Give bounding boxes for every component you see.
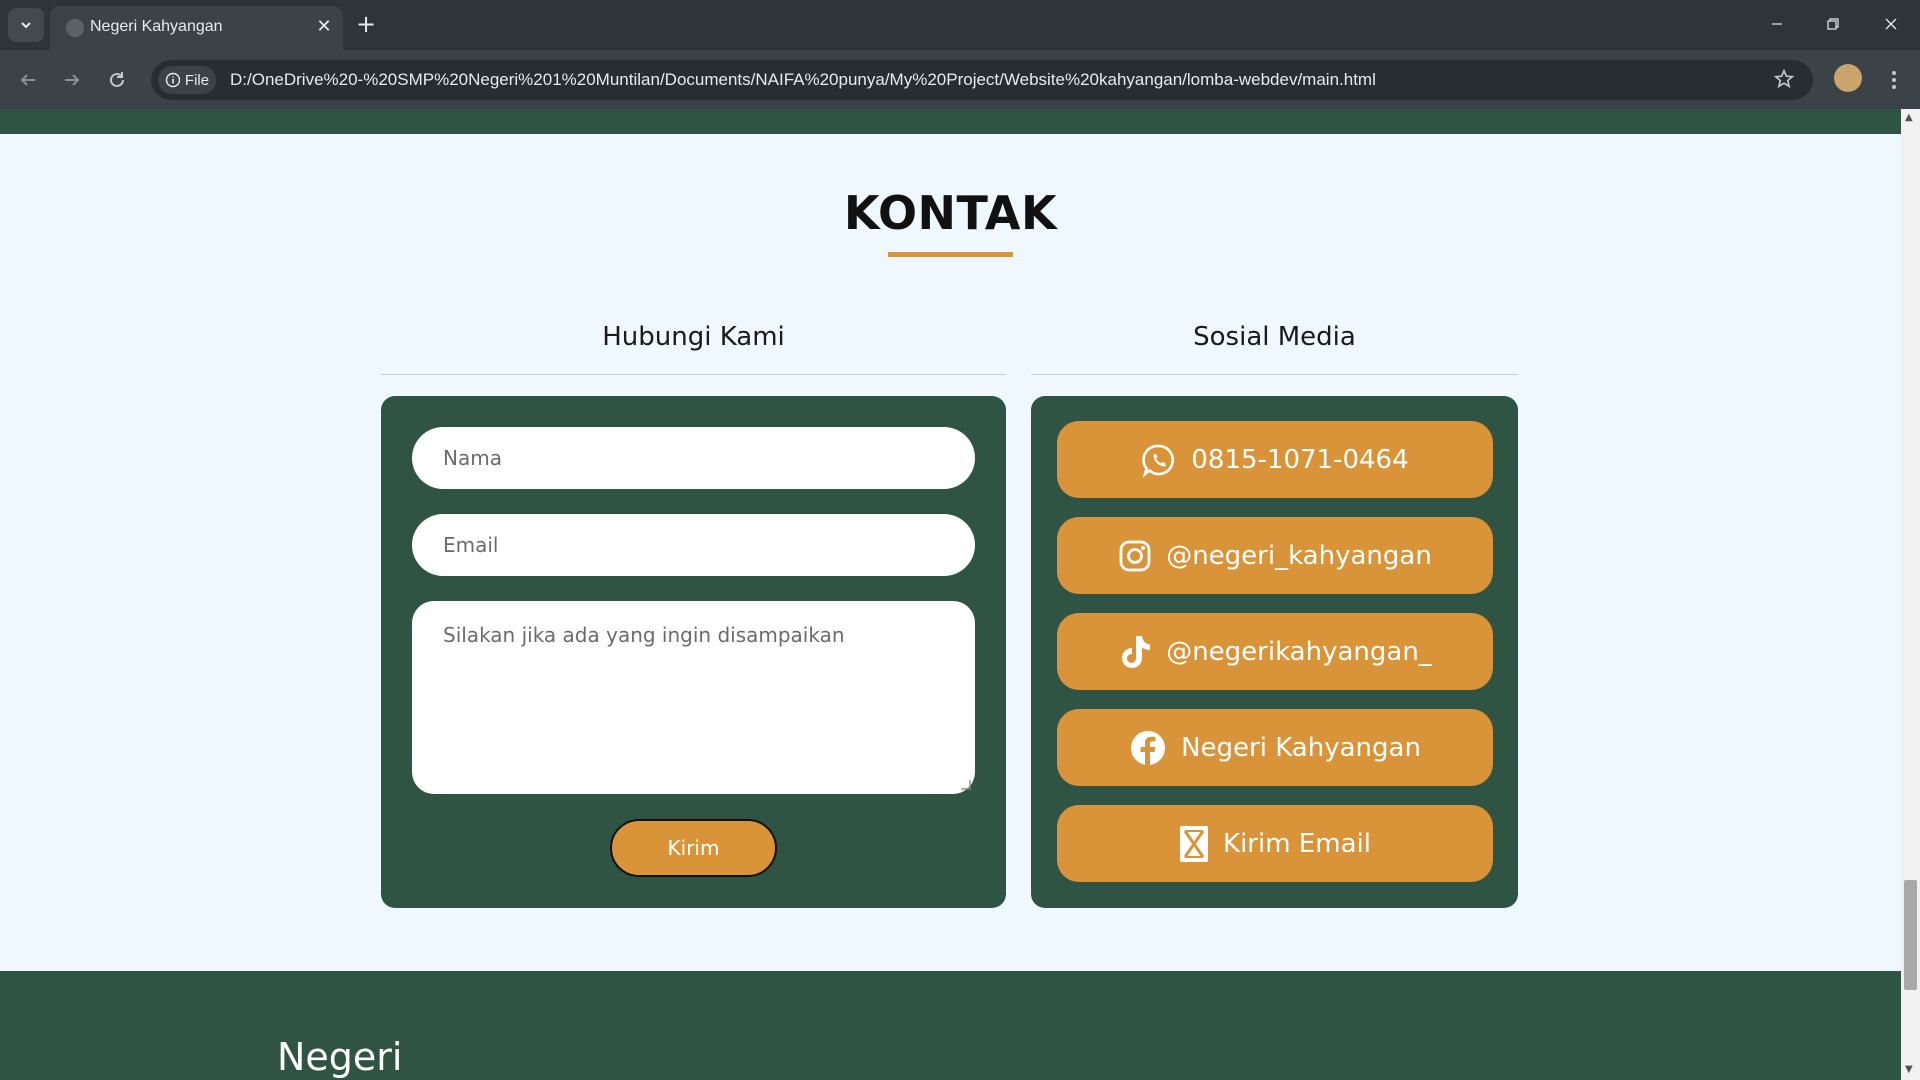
browser-tab[interactable]: Negeri Kahyangan ✕ — [50, 6, 343, 50]
page-viewport: KONTAK Hubungi Kami Nama Email Silakan j… — [0, 109, 1901, 1080]
bookmark-star-icon[interactable] — [1773, 68, 1797, 92]
reload-button[interactable] — [101, 64, 133, 96]
forward-button[interactable] — [56, 64, 88, 96]
facebook-button[interactable]: Negeri Kahyangan — [1057, 709, 1493, 786]
contact-form-panel: Nama Email Silakan jika ada yang ingin d… — [381, 396, 1006, 908]
scroll-up-icon[interactable]: ▲ — [1905, 112, 1913, 123]
instagram-button[interactable]: @negeri_kahyangan — [1057, 517, 1493, 594]
file-chip-label: File — [184, 71, 210, 89]
profile-avatar[interactable] — [1834, 64, 1862, 92]
email-label: Kirim Email — [1223, 828, 1371, 859]
browser-menu-button[interactable] — [1880, 64, 1908, 96]
previous-section-band — [0, 109, 1901, 134]
reload-icon — [110, 72, 124, 87]
tab-title: Negeri Kahyangan — [90, 18, 223, 35]
email-icon — [1180, 825, 1209, 862]
url-text[interactable]: D:/OneDrive%20-%20SMP%20Negeri%201%20Mun… — [230, 70, 1376, 90]
address-bar[interactable]: File D:/OneDrive%20-%20SMP%20Negeri%201%… — [151, 60, 1813, 100]
instagram-label: @negeri_kahyangan — [1166, 540, 1432, 571]
restore-button[interactable] — [1813, 10, 1853, 38]
resize-handle[interactable] — [961, 780, 971, 790]
close-window-button[interactable] — [1871, 10, 1911, 38]
site-info-chip[interactable]: File — [158, 66, 216, 94]
more-vertical-icon — [1892, 71, 1896, 89]
browser-tab-bar: Negeri Kahyangan ✕ + — [0, 0, 1920, 50]
contact-heading: Hubungi Kami — [602, 322, 785, 352]
title-underline — [888, 252, 1013, 257]
tiktok-label: @negerikahyangan_ — [1166, 636, 1432, 667]
email-button[interactable]: Kirim Email — [1057, 805, 1493, 882]
email-field[interactable]: Email — [412, 514, 975, 576]
footer-title: Negeri — [277, 1035, 403, 1079]
social-heading: Sosial Media — [1193, 322, 1356, 352]
section-title: KONTAK — [843, 186, 1058, 240]
minimize-button[interactable] — [1757, 10, 1797, 38]
back-button[interactable] — [12, 64, 44, 96]
contact-divider — [381, 374, 1006, 375]
browser-toolbar: File D:/OneDrive%20-%20SMP%20Negeri%201%… — [0, 50, 1920, 109]
minimize-icon — [1772, 23, 1782, 25]
restore-icon — [1827, 18, 1839, 30]
facebook-icon — [1131, 730, 1166, 766]
whatsapp-label: 0815-1071-0464 — [1191, 444, 1409, 475]
submit-button[interactable]: Kirim — [610, 819, 777, 877]
tiktok-button[interactable]: @negerikahyangan_ — [1057, 613, 1493, 690]
scrollbar-thumb[interactable] — [1904, 880, 1917, 990]
tab-search-button[interactable] — [8, 8, 44, 42]
name-field[interactable]: Nama — [412, 427, 975, 489]
favicon-icon — [66, 19, 84, 37]
close-icon — [1885, 18, 1897, 30]
whatsapp-icon — [1142, 444, 1175, 477]
arrow-right-icon — [65, 74, 80, 86]
new-tab-button[interactable]: + — [354, 10, 378, 38]
facebook-label: Negeri Kahyangan — [1181, 732, 1421, 763]
instagram-icon — [1119, 540, 1151, 571]
arrow-left-icon — [20, 74, 35, 86]
message-placeholder: Silakan jika ada yang ingin disampaikan — [443, 623, 845, 647]
whatsapp-button[interactable]: 0815-1071-0464 — [1057, 421, 1493, 498]
scroll-down-icon[interactable]: ▼ — [1905, 1064, 1913, 1075]
social-divider — [1031, 374, 1518, 375]
info-icon — [165, 72, 181, 88]
message-textarea[interactable]: Silakan jika ada yang ingin disampaikan — [412, 601, 975, 794]
page-scrollbar[interactable]: ▲ ▼ — [1901, 109, 1920, 1080]
close-tab-icon[interactable]: ✕ — [312, 14, 336, 38]
chevron-down-icon — [21, 22, 31, 29]
footer: Negeri — [0, 971, 1901, 1080]
tiktok-icon — [1122, 635, 1151, 668]
